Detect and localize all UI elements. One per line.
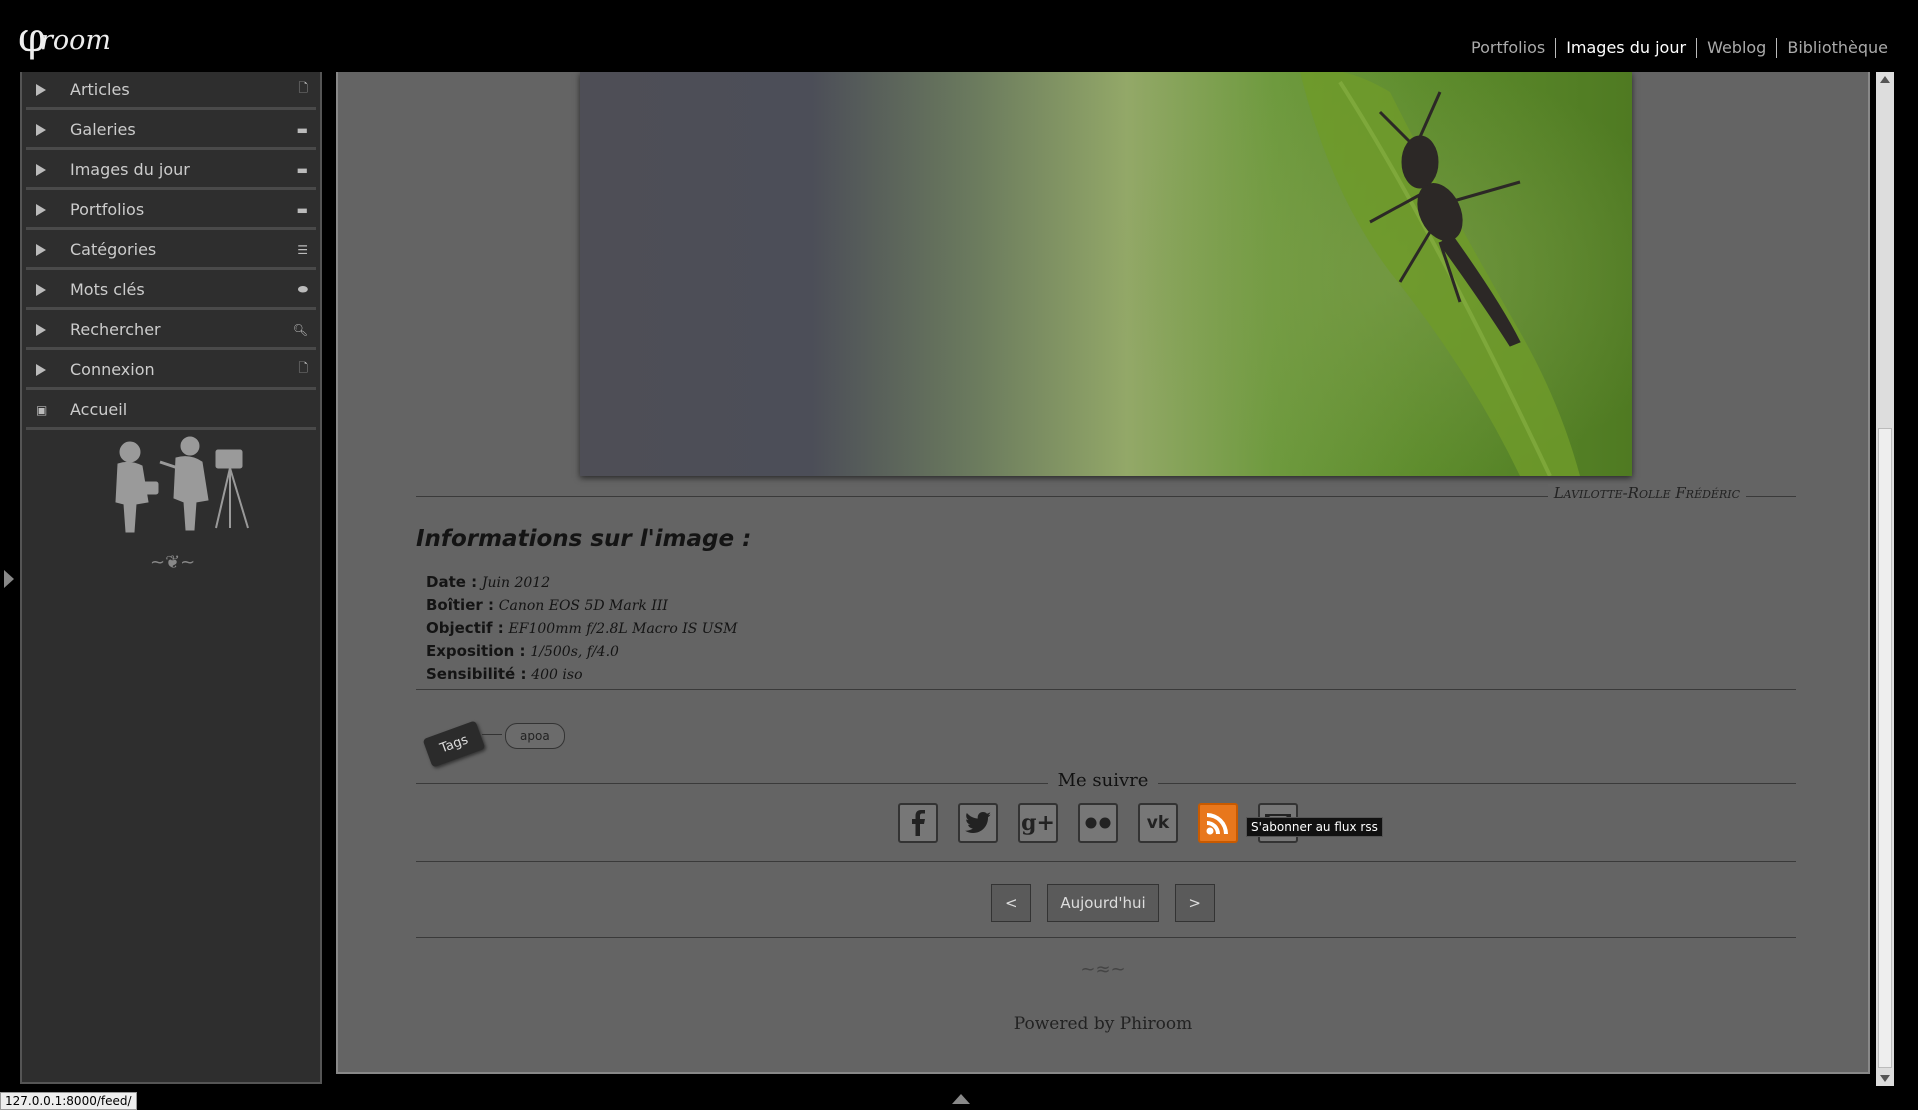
status-bar-url: 127.0.0.1:8000/feed/ bbox=[0, 1092, 137, 1110]
google-plus-glyph: g+ bbox=[1021, 810, 1055, 836]
info-key: Sensibilité : bbox=[426, 665, 527, 683]
info-value: Juin 2012 bbox=[481, 575, 551, 591]
insect-on-leaf-image bbox=[1300, 72, 1580, 476]
sidebar-item-label: Portfolios bbox=[70, 200, 145, 219]
sidebar-item-label: Images du jour bbox=[70, 160, 190, 179]
folder-icon: ▬ bbox=[296, 122, 308, 137]
nav-bibliotheque[interactable]: Bibliothèque bbox=[1776, 38, 1898, 58]
photo-of-the-day[interactable] bbox=[580, 72, 1632, 476]
image-info-list: Date : Juin 2012 Boîtier : Canon EOS 5D … bbox=[426, 571, 738, 686]
powered-by: Powered by Phiroom bbox=[1013, 1014, 1193, 1034]
info-lens: Objectif : EF100mm f/2.8L Macro IS USM bbox=[426, 617, 738, 640]
sidebar-item-mots-cles[interactable]: Mots clés ⬬ bbox=[26, 272, 316, 310]
sidebar-item-label: Articles bbox=[70, 80, 130, 99]
ornament-icon: ~❦~ bbox=[150, 552, 196, 573]
today-button[interactable]: Aujourd'hui bbox=[1047, 884, 1159, 922]
document-icon: 🗋 bbox=[298, 81, 308, 95]
tag-connector bbox=[482, 734, 502, 735]
nav-portfolios[interactable]: Portfolios bbox=[1461, 38, 1555, 58]
footer-ornament-icon: ~≈~ bbox=[1080, 959, 1126, 980]
info-date: Date : Juin 2012 bbox=[426, 571, 738, 594]
sidebar-item-label: Mots clés bbox=[70, 280, 145, 299]
previous-day-button[interactable]: < bbox=[991, 884, 1032, 922]
info-title: Informations sur l'image : bbox=[416, 526, 752, 552]
main-content: Lavilotte-Rolle Frédéric Informations su… bbox=[336, 72, 1870, 1074]
expand-arrow-icon bbox=[36, 203, 46, 216]
nav-weblog[interactable]: Weblog bbox=[1696, 38, 1776, 58]
folder-icon: ▬ bbox=[296, 162, 308, 177]
info-exposure: Exposition : 1/500s, f/4.0 bbox=[426, 640, 738, 663]
sidebar-item-connexion[interactable]: Connexion 🗋 bbox=[26, 352, 316, 390]
tag-icon: ⬬ bbox=[297, 282, 308, 296]
sidebar-item-label: Connexion bbox=[70, 360, 155, 379]
sidebar-item-categories[interactable]: Catégories ☰ bbox=[26, 232, 316, 270]
document-icon: 🗋 bbox=[298, 361, 308, 375]
info-value: Canon EOS 5D Mark III bbox=[498, 598, 668, 614]
sidebar-item-portfolios[interactable]: Portfolios ▬ bbox=[26, 192, 316, 230]
nav-images-du-jour[interactable]: Images du jour bbox=[1555, 38, 1696, 58]
twitter-icon[interactable] bbox=[958, 803, 998, 843]
sidebar-item-rechercher[interactable]: Rechercher 🔍︎ bbox=[26, 312, 316, 350]
vertical-scrollbar[interactable] bbox=[1876, 72, 1894, 1086]
scroll-down-icon[interactable] bbox=[1880, 1075, 1890, 1082]
follow-heading: Me suivre bbox=[338, 770, 1868, 791]
day-pager: < Aujourd'hui > bbox=[338, 884, 1868, 922]
tags-label: Tags bbox=[422, 720, 486, 768]
top-navigation: Portfolios Images du jour Weblog Bibliot… bbox=[1461, 38, 1898, 58]
bottom-toggle-icon[interactable] bbox=[952, 1094, 970, 1104]
sidebar-item-galeries[interactable]: Galeries ▬ bbox=[26, 112, 316, 150]
sidebar-item-label: Rechercher bbox=[70, 320, 161, 339]
home-icon: ▣ bbox=[36, 402, 48, 417]
info-value: 400 iso bbox=[531, 667, 583, 683]
tag-apoa[interactable]: apoa bbox=[505, 723, 565, 749]
search-icon: 🔍︎ bbox=[292, 322, 308, 337]
expand-arrow-icon bbox=[36, 323, 46, 336]
sidebar-item-label: Accueil bbox=[70, 400, 128, 419]
google-plus-icon[interactable]: g+ bbox=[1018, 803, 1058, 843]
list-icon: ☰ bbox=[297, 242, 308, 257]
photo-credit: Lavilotte-Rolle Frédéric bbox=[1547, 484, 1746, 502]
photographer-illustration bbox=[115, 436, 249, 533]
folder-icon: ▬ bbox=[296, 202, 308, 217]
expand-arrow-icon bbox=[36, 243, 46, 256]
info-iso: Sensibilité : 400 iso bbox=[426, 663, 738, 686]
info-value: EF100mm f/2.8L Macro IS USM bbox=[508, 621, 738, 637]
sidebar: Articles 🗋 Galeries ▬ Images du jour ▬ P… bbox=[20, 72, 322, 1084]
social-links: g+ vk bbox=[898, 803, 1298, 843]
site-logo[interactable]: φ room bbox=[18, 6, 111, 58]
rss-tooltip: S'abonner au flux rss bbox=[1246, 817, 1383, 837]
facebook-icon[interactable] bbox=[898, 803, 938, 843]
info-body: Boîtier : Canon EOS 5D Mark III bbox=[426, 594, 738, 617]
expand-arrow-icon bbox=[36, 363, 46, 376]
rss-icon[interactable] bbox=[1198, 803, 1238, 843]
sidebar-item-accueil[interactable]: ▣ Accueil bbox=[26, 392, 316, 430]
info-key: Date : bbox=[426, 573, 478, 591]
section-divider bbox=[416, 861, 1796, 862]
scroll-up-icon[interactable] bbox=[1880, 76, 1890, 83]
sidebar-item-articles[interactable]: Articles 🗋 bbox=[26, 72, 316, 110]
follow-title: Me suivre bbox=[1047, 770, 1159, 791]
next-day-button[interactable]: > bbox=[1174, 884, 1215, 922]
scrollbar-thumb[interactable] bbox=[1878, 428, 1892, 1068]
info-key: Exposition : bbox=[426, 642, 526, 660]
sidebar-item-label: Catégories bbox=[70, 240, 157, 259]
expand-arrow-icon bbox=[36, 83, 46, 96]
info-key: Boîtier : bbox=[426, 596, 494, 614]
vk-glyph: vk bbox=[1146, 813, 1170, 833]
vk-icon[interactable]: vk bbox=[1138, 803, 1178, 843]
expand-arrow-icon bbox=[36, 163, 46, 176]
sidebar-item-images-du-jour[interactable]: Images du jour ▬ bbox=[26, 152, 316, 190]
info-key: Objectif : bbox=[426, 619, 504, 637]
flickr-icon[interactable] bbox=[1078, 803, 1118, 843]
section-divider bbox=[416, 937, 1796, 938]
sidebar-item-label: Galeries bbox=[70, 120, 136, 139]
info-value: 1/500s, f/4.0 bbox=[530, 644, 619, 660]
expand-arrow-icon bbox=[36, 283, 46, 296]
sidebar-toggle-icon[interactable] bbox=[4, 570, 14, 588]
section-divider bbox=[416, 689, 1796, 690]
logo-text: room bbox=[40, 25, 112, 56]
expand-arrow-icon bbox=[36, 123, 46, 136]
